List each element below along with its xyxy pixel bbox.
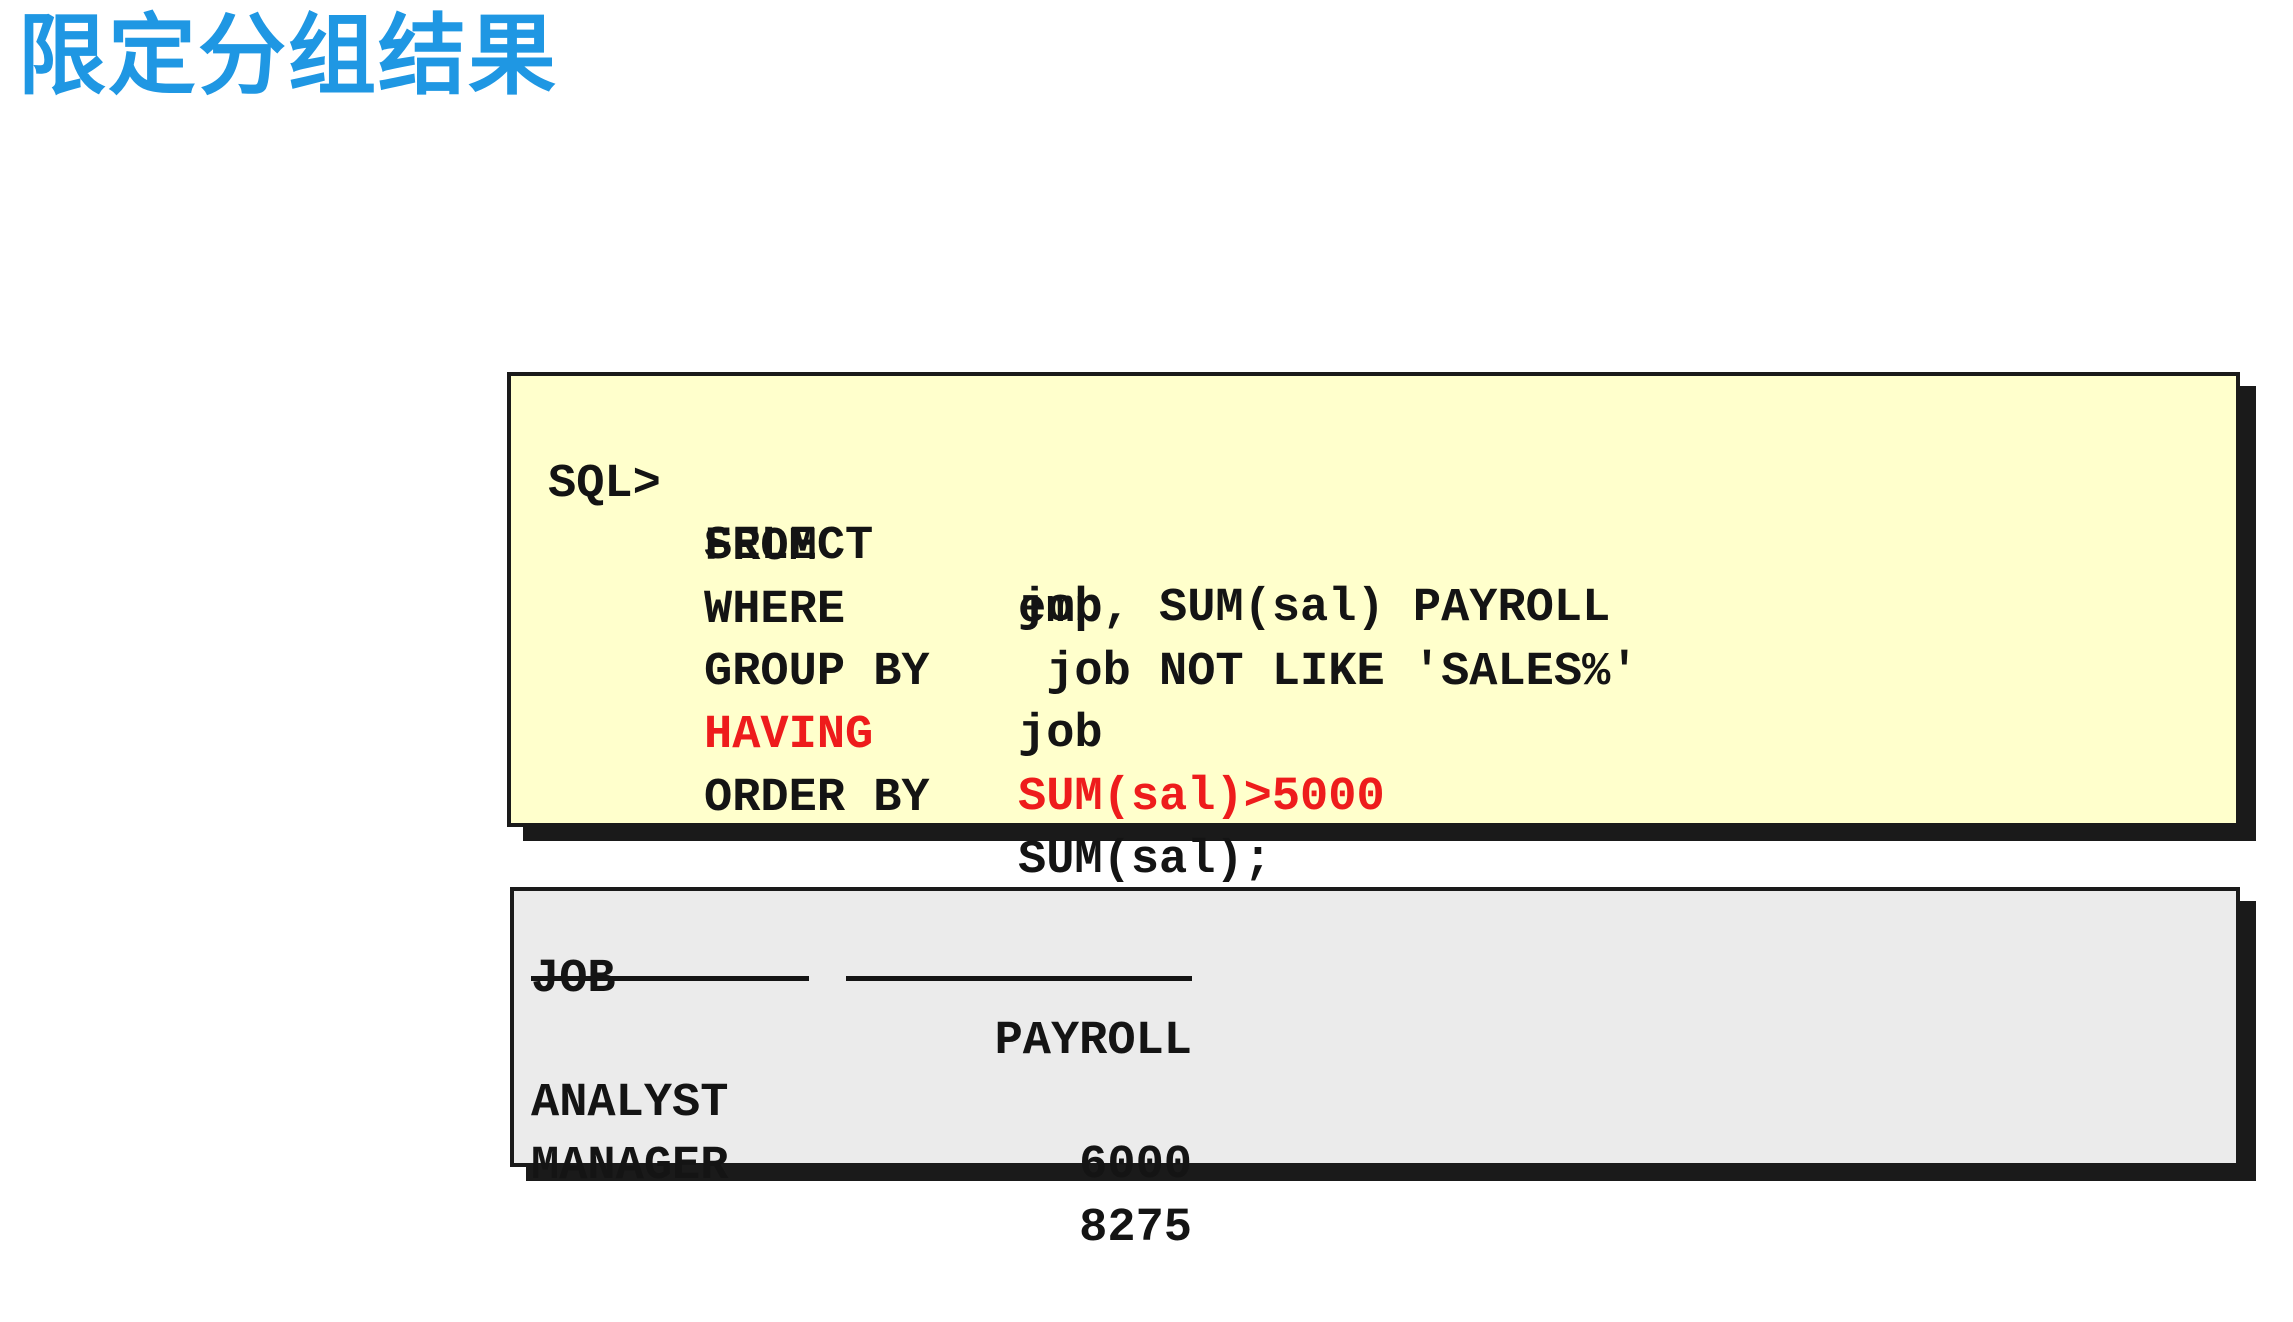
separator-dash-job: [531, 976, 809, 981]
sql-keyword-highlighted: HAVING: [704, 709, 874, 762]
result-header-row: JOB PAYROLL: [514, 887, 2236, 1068]
sql-line-select: SQL> SELECT job, SUM(sal) PAYROLL: [511, 392, 1610, 635]
sql-expression: SUM(sal);: [1018, 834, 1272, 887]
sql-line-group-by: GROUP BY job: [511, 580, 1103, 761]
sql-line-where: WHERE job NOT LIKE 'SALES%': [511, 518, 1639, 699]
sql-keyword: GROUP BY: [704, 646, 930, 699]
result-separator-row: [514, 947, 2236, 1009]
sql-code-box: SQL> SELECT job, SUM(sal) PAYROLL FROM e…: [507, 372, 2240, 887]
sql-expression-highlighted: SUM(sal)>5000: [1018, 771, 1385, 824]
sql-expression: job NOT LIKE 'SALES%': [1018, 646, 1639, 699]
result-cell-payroll: 6000: [1079, 1139, 1192, 1192]
slide-title: 限定分组结果: [18, 4, 559, 107]
sql-line-order-by: ORDER BY SUM(sal);: [511, 706, 1272, 887]
sql-line-from: FROM emp: [511, 455, 1103, 636]
sql-expression: job: [1018, 708, 1103, 761]
table-row: ANALYST 6000: [514, 1011, 2236, 1192]
sql-keyword: ORDER BY: [704, 772, 930, 825]
result-cell-job: MANAGER: [531, 1140, 729, 1193]
sql-keyword: FROM: [704, 521, 817, 574]
sql-line-having: HAVING SUM(sal)>5000: [511, 643, 1385, 824]
sql-keyword: WHERE: [704, 584, 846, 637]
sql-expression: emp: [1018, 583, 1103, 636]
sql-expression: job, SUM(sal) PAYROLL: [1018, 582, 1611, 635]
table-row: MANAGER 8275: [514, 1074, 2236, 1255]
result-cell-payroll: 8275: [1079, 1202, 1192, 1255]
separator-dash-payroll: [846, 976, 1192, 981]
query-result-box: JOB PAYROLL ANALYST 6000 MANAGER 8275: [510, 887, 2240, 1255]
